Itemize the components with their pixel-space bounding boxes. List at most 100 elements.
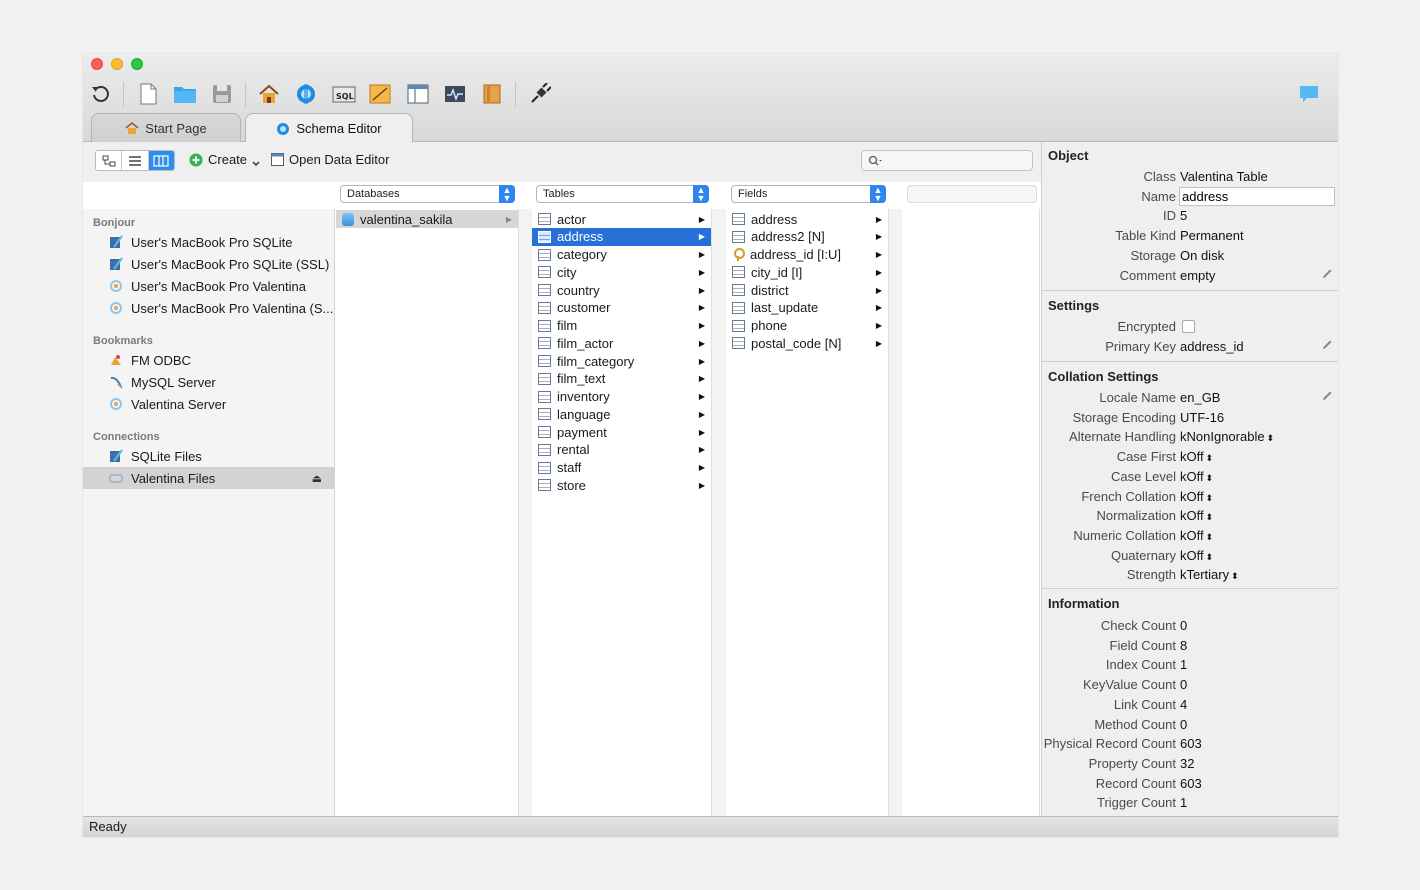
field-row[interactable]: phone ▶ — [726, 317, 888, 335]
table-row[interactable]: rental ▶ — [532, 441, 711, 459]
fields-dropdown[interactable]: Fields ▲ ▼ — [731, 185, 886, 203]
sidebar-item-fm-odbc[interactable]: FM ODBC — [83, 349, 334, 371]
open-data-editor-button[interactable]: Open Data Editor — [271, 152, 389, 167]
table-row[interactable]: film ▶ — [532, 317, 711, 335]
edit-pencil-icon[interactable] — [1321, 268, 1333, 280]
column-view-icon[interactable] — [148, 151, 174, 170]
property-row[interactable]: Case Level kOff ⬍ — [1042, 469, 1338, 487]
property-value[interactable]: kNonIgnorable ⬍ — [1180, 429, 1274, 444]
property-row[interactable]: French Collation kOff ⬍ — [1042, 489, 1338, 507]
sidebar-item-bonjour-sqlite[interactable]: User's MacBook Pro SQLite — [83, 231, 334, 253]
property-value[interactable]: kOff ⬍ — [1180, 469, 1213, 484]
property-label: Normalization — [1096, 508, 1176, 524]
sidebar-section-bonjour: Bonjour — [93, 217, 136, 229]
close-window-button[interactable] — [91, 58, 103, 70]
tab-start-page[interactable]: Start Page — [91, 113, 241, 142]
diagram-icon[interactable] — [366, 80, 394, 108]
edit-pencil-icon[interactable] — [1321, 390, 1333, 402]
table-name: staff — [557, 460, 582, 475]
minimize-window-button[interactable] — [111, 58, 123, 70]
sidebar-item-valentina-server[interactable]: Valentina Server — [83, 393, 334, 415]
table-row[interactable]: customer ▶ — [532, 299, 711, 317]
book-icon[interactable] — [478, 80, 506, 108]
field-row[interactable]: address ▶ — [726, 210, 888, 228]
property-row[interactable]: Case First kOff ⬍ — [1042, 449, 1338, 467]
property-value[interactable]: kOff ⬍ — [1180, 449, 1213, 464]
new-file-icon[interactable] — [134, 80, 162, 108]
table-row[interactable]: staff ▶ — [532, 459, 711, 477]
edit-pencil-icon[interactable] — [1321, 339, 1333, 351]
search-input[interactable] — [885, 153, 1025, 168]
table-row[interactable]: payment ▶ — [532, 423, 711, 441]
create-button[interactable]: Create — [189, 152, 260, 167]
property-row[interactable]: Quaternary kOff ⬍ — [1042, 548, 1338, 566]
field-row[interactable]: last_update ▶ — [726, 299, 888, 317]
sql-editor-icon[interactable]: SQL — [330, 80, 358, 108]
name-input[interactable] — [1179, 186, 1335, 206]
table-row[interactable]: city ▶ — [532, 263, 711, 281]
chevron-right-icon: ▶ — [698, 356, 705, 366]
sidebar-item-bonjour-valentina[interactable]: User's MacBook Pro Valentina — [83, 275, 334, 297]
sidebar-item-label: Valentina Server — [131, 396, 227, 412]
refresh-icon[interactable] — [87, 80, 115, 108]
property-row[interactable]: Normalization kOff ⬍ — [1042, 508, 1338, 526]
property-row[interactable]: Numeric Collation kOff ⬍ — [1042, 528, 1338, 546]
table-row[interactable]: film_text ▶ — [532, 370, 711, 388]
property-value[interactable]: kOff ⬍ — [1180, 528, 1213, 543]
table-row[interactable]: address ▶ — [532, 227, 711, 246]
table-name: category — [557, 247, 607, 262]
table-row[interactable]: store ▶ — [532, 476, 711, 494]
property-label: Index Count — [1105, 657, 1176, 673]
home-icon[interactable] — [255, 80, 283, 108]
diagram-view-icon[interactable] — [96, 151, 123, 170]
table-view-icon[interactable] — [404, 80, 432, 108]
sidebar-item-bonjour-sqlite-ssl[interactable]: User's MacBook Pro SQLite (SSL) — [83, 253, 334, 275]
search-field[interactable] — [861, 150, 1033, 171]
field-row[interactable]: address_id [I:U] ▶ — [726, 246, 888, 264]
field-icon — [732, 230, 745, 243]
chat-icon[interactable] — [1295, 80, 1323, 108]
table-row[interactable]: category ▶ — [532, 246, 711, 264]
encrypted-checkbox[interactable] — [1182, 320, 1195, 333]
updown-icon: ⬍ — [1266, 433, 1275, 444]
tables-dropdown[interactable]: Tables ▲ ▼ — [536, 185, 709, 203]
table-row[interactable]: film_category ▶ — [532, 352, 711, 370]
sidebar-item-valentina-files[interactable]: Valentina Files ⏏ — [83, 467, 334, 489]
property-value[interactable]: kTertiary ⬍ — [1180, 567, 1239, 582]
sqlite-icon — [110, 235, 123, 248]
tab-bar: Start Page Schema Editor — [83, 112, 1338, 143]
database-row[interactable]: valentina_sakila ▶ — [336, 210, 518, 228]
chevron-right-icon: ▶ — [875, 214, 882, 224]
property-value: 1 — [1180, 795, 1188, 811]
table-row[interactable]: country ▶ — [532, 281, 711, 299]
property-label: Comment — [1119, 267, 1176, 283]
sidebar-item-bonjour-valentina-ssl[interactable]: User's MacBook Pro Valentina (S... — [83, 297, 334, 319]
sidebar-item-sqlite-files[interactable]: SQLite Files — [83, 445, 334, 467]
table-row[interactable]: film_actor ▶ — [532, 334, 711, 352]
field-row[interactable]: city_id [I] ▶ — [726, 263, 888, 281]
tab-schema-editor[interactable]: Schema Editor — [245, 113, 413, 143]
field-row[interactable]: postal_code [N] ▶ — [726, 334, 888, 352]
property-row[interactable]: Alternate Handling kNonIgnorable ⬍ — [1042, 429, 1338, 447]
field-row[interactable]: address2 [N] ▶ — [726, 228, 888, 246]
property-value[interactable]: kOff ⬍ — [1180, 489, 1213, 504]
eject-icon[interactable]: ⏏ — [312, 472, 322, 485]
property-row[interactable]: Strength kTertiary ⬍ — [1042, 567, 1338, 585]
table-row[interactable]: language ▶ — [532, 405, 711, 423]
table-row[interactable]: inventory ▶ — [532, 388, 711, 406]
list-view-icon[interactable] — [122, 151, 149, 170]
schema-editor-icon[interactable] — [292, 80, 320, 108]
save-icon[interactable] — [208, 80, 236, 108]
empty-column-dropdown[interactable] — [907, 185, 1037, 203]
databases-dropdown[interactable]: Databases ▲ ▼ — [340, 185, 515, 203]
connect-plug-icon[interactable] — [526, 80, 554, 108]
chevron-right-icon: ▶ — [698, 409, 705, 419]
field-row[interactable]: district ▶ — [726, 281, 888, 299]
property-value[interactable]: kOff ⬍ — [1180, 548, 1213, 563]
zoom-window-button[interactable] — [131, 58, 143, 70]
property-value[interactable]: kOff ⬍ — [1180, 508, 1213, 523]
monitor-icon[interactable] — [441, 80, 469, 108]
sidebar-item-mysql-server[interactable]: MySQL Server — [83, 371, 334, 393]
open-folder-icon[interactable] — [171, 80, 199, 108]
table-row[interactable]: actor ▶ — [532, 210, 711, 228]
